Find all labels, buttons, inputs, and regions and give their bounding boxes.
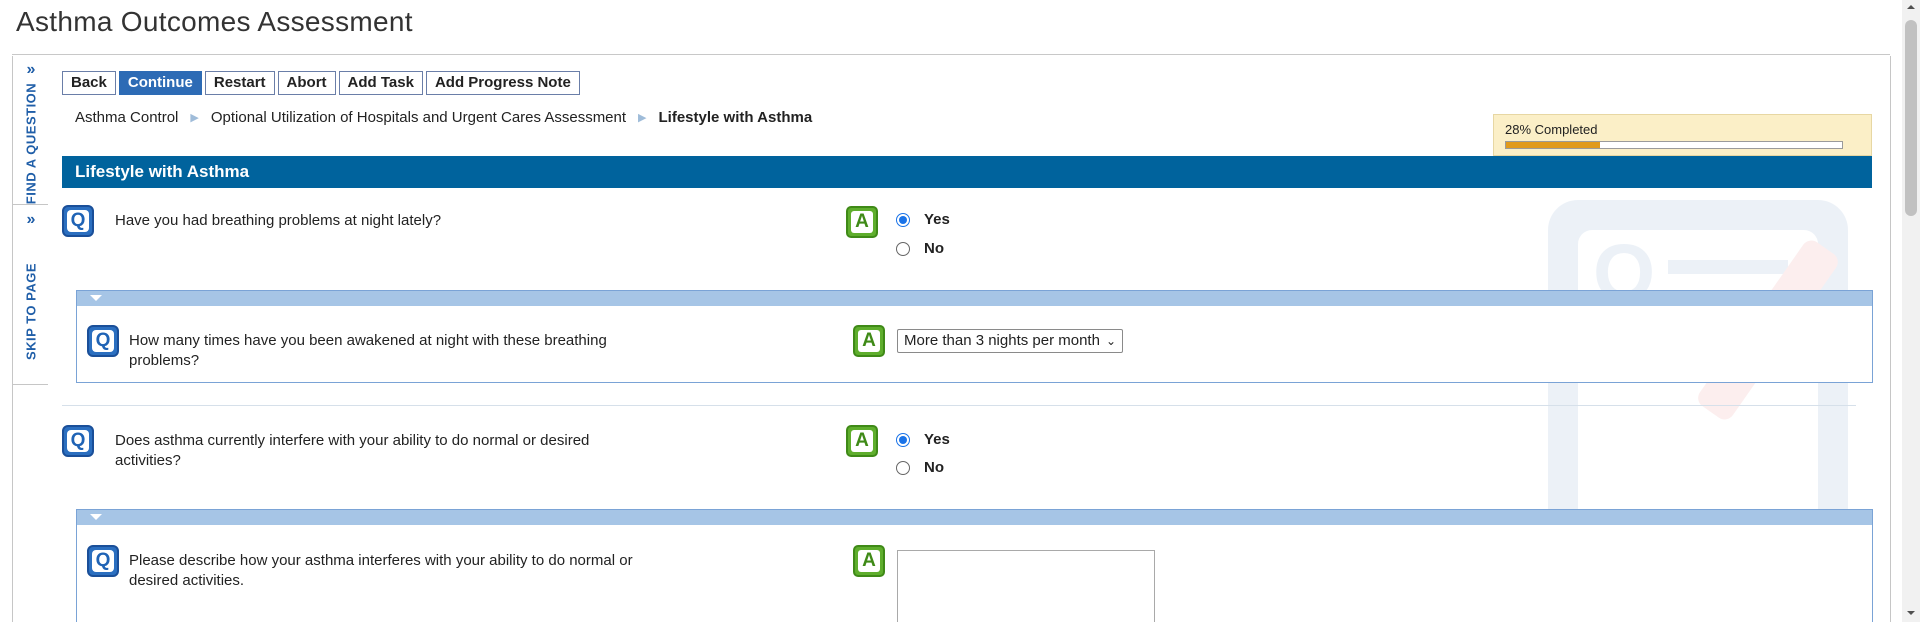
left-rail: » FIND A QUESTION » SKIP TO PAGE — [12, 56, 50, 622]
radio-no-label: No — [924, 240, 944, 257]
question-icon: Q — [62, 425, 94, 457]
scrollbar-thumb[interactable] — [1905, 20, 1917, 216]
scroll-down-icon[interactable] — [1902, 606, 1920, 620]
breadcrumb-current: Lifestyle with Asthma — [658, 109, 813, 126]
radio-yes-label: Yes — [924, 431, 950, 448]
radio-no-label: No — [924, 459, 944, 476]
assessment-panel: Back Continue Restart Abort Add Task Add… — [48, 56, 1891, 622]
chevron-down-icon: ⌄ — [1105, 334, 1117, 348]
chevron-right-icon: » — [26, 211, 36, 228]
question-icon: Q — [62, 205, 94, 237]
question-4-text: Please describe how your asthma interfer… — [129, 552, 633, 589]
question-1-text: Have you had breathing problems at night… — [115, 212, 442, 229]
breadcrumb-separator-icon: ▶ — [638, 112, 647, 124]
radio-no[interactable] — [896, 241, 910, 256]
night-awakenings-value: More than 3 nights per month — [904, 332, 1100, 349]
find-question-label: FIND A QUESTION — [23, 82, 39, 205]
radio-yes[interactable] — [896, 212, 910, 227]
radio-yes-label: Yes — [924, 211, 950, 228]
collapse-toggle[interactable] — [77, 291, 1872, 306]
radio-yes[interactable] — [896, 432, 910, 447]
answer-icon: A — [846, 425, 878, 457]
answer-icon: A — [853, 545, 885, 577]
progress-bar-fill — [1506, 142, 1601, 148]
night-awakenings-select[interactable]: More than 3 nights per month ⌄ — [897, 329, 1124, 353]
question-3-option-no[interactable]: No — [896, 459, 944, 476]
answer-icon: A — [846, 206, 878, 238]
question-divider — [62, 405, 1856, 406]
skip-to-page-tab[interactable]: » SKIP TO PAGE — [13, 204, 49, 385]
answer-icon: A — [853, 325, 885, 357]
back-button[interactable]: Back — [62, 71, 116, 95]
vertical-scrollbar[interactable] — [1902, 0, 1920, 622]
collapse-toggle[interactable] — [77, 510, 1872, 525]
follow-up-panel: Q How many times have you been awakened … — [76, 290, 1873, 383]
follow-up-panel: Q Please describe how your asthma interf… — [76, 509, 1873, 622]
breadcrumb-separator-icon: ▶ — [190, 112, 199, 124]
title-divider — [12, 54, 1890, 55]
question-3-text: Does asthma currently interfere with you… — [115, 432, 590, 469]
add-progress-note-button[interactable]: Add Progress Note — [425, 71, 580, 95]
question-1-option-no[interactable]: No — [896, 240, 944, 257]
restart-button[interactable]: Restart — [204, 71, 275, 95]
toolbar: Back Continue Restart Abort Add Task Add… — [62, 71, 580, 95]
continue-button[interactable]: Continue — [118, 71, 202, 95]
breadcrumb-asthma-control[interactable]: Asthma Control — [75, 109, 178, 126]
scroll-up-icon[interactable] — [1902, 0, 1920, 14]
breadcrumb-utilization[interactable]: Optional Utilization of Hospitals and Ur… — [211, 109, 626, 126]
chevron-right-icon: » — [26, 61, 36, 78]
question-icon: Q — [87, 325, 119, 357]
question-3-option-yes[interactable]: Yes — [896, 431, 950, 448]
progress-bar — [1505, 141, 1843, 149]
progress-label: 28% Completed — [1505, 122, 1598, 137]
breadcrumb: Asthma Control ▶ Optional Utilization of… — [75, 109, 812, 126]
question-1-option-yes[interactable]: Yes — [896, 211, 950, 228]
add-task-button[interactable]: Add Task — [338, 71, 423, 95]
progress-indicator: 28% Completed — [1493, 114, 1872, 156]
page-title: Asthma Outcomes Assessment — [16, 6, 413, 37]
question-2-text: How many times have you been awakened at… — [129, 332, 607, 369]
section-header: Lifestyle with Asthma — [62, 156, 1872, 188]
skip-to-page-label: SKIP TO PAGE — [23, 262, 39, 361]
radio-no[interactable] — [896, 460, 910, 475]
interference-description-textarea[interactable] — [897, 550, 1155, 622]
abort-button[interactable]: Abort — [277, 71, 336, 95]
find-question-tab[interactable]: » FIND A QUESTION — [13, 56, 49, 205]
question-icon: Q — [87, 545, 119, 577]
